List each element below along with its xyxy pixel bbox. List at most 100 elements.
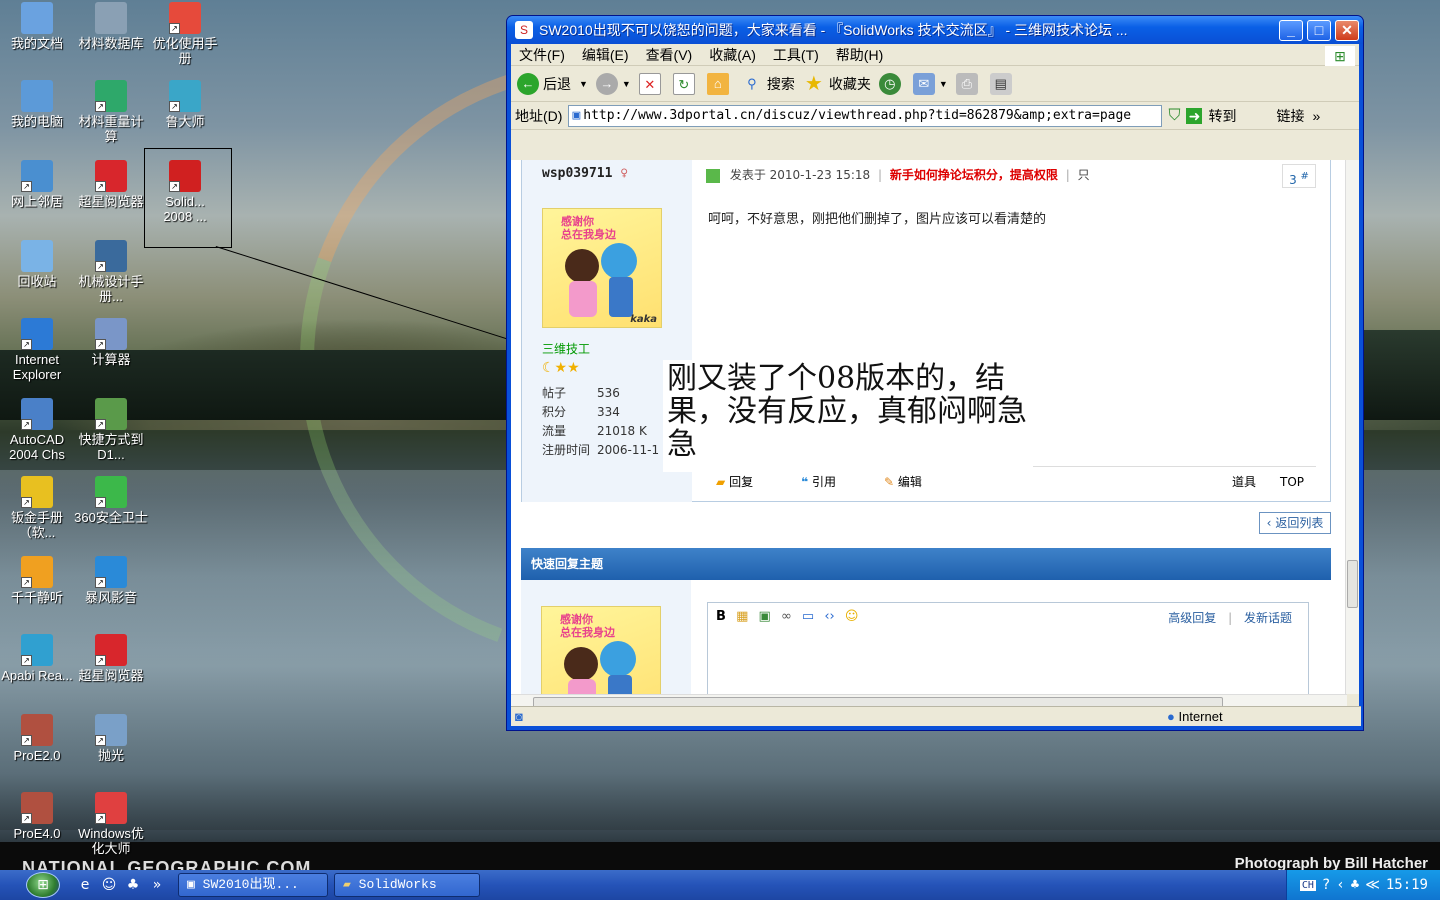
desktop-icon[interactable]: ↗ Windows优化大师 — [74, 792, 148, 856]
image-icon[interactable]: ▣ — [759, 609, 771, 624]
desktop-icon[interactable]: 我的电脑 — [0, 80, 74, 129]
desktop-icon[interactable]: ↗ 快捷方式到 D1... — [74, 398, 148, 462]
status-bar: ◙ ● Internet — [511, 706, 1361, 726]
desktop-icon[interactable]: ↗ AutoCAD 2004 Chs — [0, 398, 74, 462]
advanced-reply-link[interactable]: 高级回复 — [1168, 611, 1216, 625]
tray-app-icon[interactable]: ≪ — [1365, 877, 1380, 893]
avatar-signature: kaka — [630, 314, 657, 325]
desktop-icon-label: 超星阅览器 — [78, 194, 144, 209]
only-author-link[interactable]: 只 — [1078, 168, 1090, 182]
maximize-button[interactable]: □ — [1307, 19, 1331, 41]
smiley-icon[interactable]: ☺ — [845, 609, 859, 624]
chevron-left-icon[interactable]: ‹ — [1336, 877, 1344, 893]
menu-view[interactable]: 查看(V) — [646, 45, 693, 65]
address-bar: 地址(D) ▣ http://www.3dportal.cn/discuz/vi… — [511, 102, 1359, 130]
home-button[interactable]: ⌂ — [706, 72, 733, 95]
desktop-icon[interactable]: 回收站 — [0, 240, 74, 289]
task-solidworks-folder[interactable]: ▰ SolidWorks — [334, 873, 480, 897]
desktop-icon[interactable]: ↗ 计算器 — [74, 318, 148, 367]
ie-icon[interactable]: e — [74, 874, 96, 896]
desktop-icon[interactable]: ↗ 机械设计手册... — [74, 240, 148, 304]
clock[interactable]: 15:19 — [1386, 877, 1428, 893]
edit-button[interactable]: ✎ 编辑 — [884, 473, 946, 490]
proe-icon: ↗ — [21, 792, 53, 824]
desktop-icon[interactable]: ↗ 360安全卫士 — [74, 476, 148, 525]
code-icon[interactable]: ‹› — [824, 609, 834, 624]
quote-button[interactable]: ❝ 引用 — [801, 473, 860, 490]
desktop-icon[interactable]: ↗ ProE4.0 — [0, 792, 74, 841]
author-username[interactable]: wsp039711 ♀ — [542, 166, 628, 181]
menu-edit[interactable]: 编辑(E) — [582, 45, 629, 65]
ttplayer-icon: ↗ — [21, 556, 53, 588]
language-indicator[interactable]: CH — [1299, 879, 1316, 891]
quote-icon[interactable]: ▭ — [802, 609, 814, 624]
chevron-right-icon[interactable]: » — [1312, 108, 1320, 124]
search-icon: ⚲ — [747, 75, 757, 91]
color-icon[interactable]: ▦ — [736, 609, 748, 624]
print-button[interactable]: ⎙ — [955, 72, 982, 95]
menu-file[interactable]: 文件(F) — [519, 45, 565, 65]
desktop-icon[interactable]: ↗ 暴风影音 — [74, 556, 148, 605]
shortcut-arrow-icon: ↗ — [95, 655, 106, 666]
desktop-icon[interactable]: ↗ 抛光 — [74, 714, 148, 763]
close-button[interactable]: ✕ — [1335, 19, 1359, 41]
newbie-points-link[interactable]: 新手如何挣论坛积分，提高权限 — [890, 168, 1058, 182]
desktop-icon[interactable]: ↗ 网上邻居 — [0, 160, 74, 209]
search-button[interactable]: ⚲ 搜索 — [741, 73, 795, 95]
desktop-icon[interactable]: ↗ 优化使用手册 — [148, 2, 222, 66]
back-to-list-button[interactable]: ‹ 返回列表 — [1259, 512, 1331, 534]
tray-app-icon[interactable]: ♣ — [1351, 877, 1359, 893]
desktop-icon[interactable]: 我的文档 — [0, 2, 74, 51]
help-icon[interactable]: ? — [1322, 877, 1330, 893]
qq-icon[interactable]: ☺ — [98, 874, 120, 896]
desktop-icon[interactable]: ↗ 材料重量计算 — [74, 80, 148, 144]
bold-icon[interactable]: B — [716, 609, 726, 624]
task-ie[interactable]: ▣ SW2010出现... — [178, 873, 328, 897]
go-button[interactable]: 转到 — [1208, 106, 1236, 126]
minimize-button[interactable]: _ — [1279, 19, 1303, 41]
vertical-scrollbar[interactable] — [1345, 160, 1359, 694]
reply-button[interactable]: ▰ 回复 — [716, 473, 777, 490]
dropdown-arrow-icon[interactable]: ▼ — [622, 79, 631, 89]
editor-links: 高级回复 | 发新话题 — [1168, 611, 1292, 625]
new-topic-link[interactable]: 发新话题 — [1244, 611, 1292, 625]
floor-number[interactable]: 3 # — [1282, 164, 1316, 188]
desktop-icon[interactable]: ↗ 鲁大师 — [148, 80, 222, 129]
desktop-icon[interactable]: ↗ 千千静听 — [0, 556, 74, 605]
refresh-button[interactable]: ↻ — [672, 72, 699, 95]
stop-button[interactable]: ✕ — [638, 72, 665, 95]
back-button[interactable]: ← 后退 ▼ — [517, 72, 588, 95]
vertical-scroll-thumb[interactable] — [1347, 560, 1358, 608]
address-input[interactable]: ▣ http://www.3dportal.cn/discuz/viewthre… — [568, 104, 1163, 127]
desktop-icon[interactable]: 材料数据库 — [74, 2, 148, 51]
selection-box — [144, 148, 232, 248]
desktop-icon[interactable]: ↗ 超星阅览器 — [74, 160, 148, 209]
shortcut-arrow-icon: ↗ — [95, 735, 106, 746]
desktop-icon[interactable]: ↗ 钣金手册（软... — [0, 476, 74, 540]
desktop-icon[interactable]: ↗ Apabi Rea... — [0, 634, 74, 683]
desktop-icon[interactable]: ↗ Internet Explorer — [0, 318, 74, 382]
menu-help[interactable]: 帮助(H) — [836, 45, 883, 65]
menu-favorites[interactable]: 收藏(A) — [709, 45, 756, 65]
chevron-right-icon[interactable]: » — [146, 874, 168, 896]
links-button[interactable]: 链接 — [1276, 106, 1304, 126]
desktop-icon-label: 超星阅览器 — [78, 668, 144, 683]
top-link[interactable]: TOP — [1280, 475, 1304, 489]
history-button[interactable]: ◷ — [878, 72, 905, 95]
go-arrow-icon[interactable]: ➜ — [1186, 107, 1203, 124]
favorites-button[interactable]: ★ 收藏夹 — [803, 73, 871, 95]
desktop-icon[interactable]: ↗ ProE2.0 — [0, 714, 74, 763]
start-button[interactable]: ⊞ — [0, 870, 62, 900]
tools-link[interactable]: 道具 — [1232, 473, 1256, 490]
edit-page-button[interactable]: ▤ — [989, 72, 1016, 95]
forward-button[interactable]: → ▼ — [595, 72, 631, 95]
mail-button[interactable]: ✉ ▼ — [912, 72, 948, 95]
security-shield-icon[interactable]: ⛉ — [1168, 107, 1180, 125]
menu-tools[interactable]: 工具(T) — [773, 45, 819, 65]
qq-icon[interactable]: ♣ — [122, 874, 144, 896]
desktop-icon[interactable]: ↗ 超星阅览器 — [74, 634, 148, 683]
desktop-icon-label: 材料重量计算 — [78, 114, 144, 144]
dropdown-arrow-icon[interactable]: ▼ — [579, 79, 588, 89]
window-titlebar[interactable]: S SW2010出现不可以饶恕的问题，大家来看看 - 『SolidWorks 技… — [507, 16, 1363, 44]
link-icon[interactable]: ∞ — [781, 609, 792, 624]
